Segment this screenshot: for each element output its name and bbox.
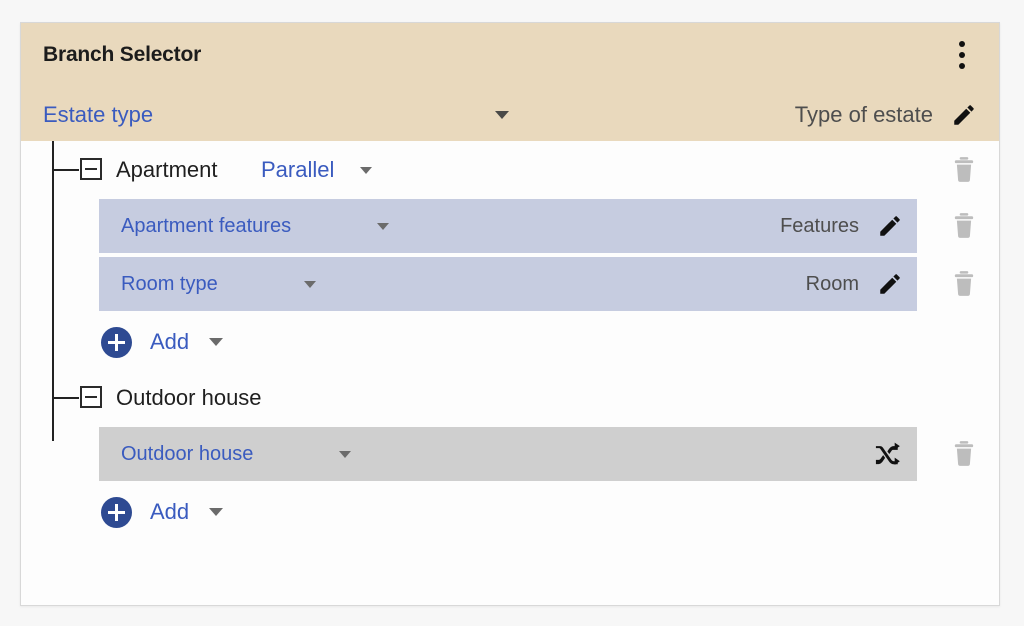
list-item: Room type Room xyxy=(21,257,999,311)
shuffle-icon[interactable] xyxy=(873,441,901,467)
group-header: Outdoor house xyxy=(21,369,999,427)
list-item: Outdoor house xyxy=(21,427,999,481)
plus-icon xyxy=(101,496,132,528)
kebab-dot xyxy=(959,41,965,47)
chevron-down-icon xyxy=(209,338,224,346)
delete-group-apartment-button[interactable] xyxy=(951,156,977,184)
pencil-icon[interactable] xyxy=(877,213,903,239)
chevron-down-icon xyxy=(360,166,373,174)
estate-type-value: Type of estate xyxy=(794,102,933,127)
delete-row-button[interactable] xyxy=(951,440,977,468)
chevron-down-icon xyxy=(339,450,352,458)
tree-branch-line xyxy=(52,397,79,399)
kebab-menu-icon[interactable] xyxy=(949,39,975,71)
collapse-toggle-apartment[interactable] xyxy=(80,158,102,180)
pencil-icon[interactable] xyxy=(951,102,977,128)
delete-row-button[interactable] xyxy=(951,212,977,240)
branch-row-label: Apartment features xyxy=(121,214,292,237)
panel-header: Branch Selector Estate type Type of esta… xyxy=(21,23,999,141)
add-button-apartment[interactable]: Add xyxy=(101,326,224,358)
chevron-down-icon xyxy=(377,222,390,230)
tree-group-outdoor-house: Outdoor house Outdoor house Add xyxy=(21,369,999,539)
branch-row-outdoor-house[interactable]: Outdoor house xyxy=(99,427,917,481)
branch-row-label: Room type xyxy=(121,272,218,295)
branch-row-room-type[interactable]: Room type Room xyxy=(99,257,917,311)
group-header: Apartment Parallel xyxy=(21,141,999,199)
group-name-outdoor-house: Outdoor house xyxy=(116,385,262,410)
add-row-outdoor-house: Add xyxy=(21,485,999,539)
pencil-icon[interactable] xyxy=(877,271,903,297)
chevron-down-icon xyxy=(303,280,316,288)
add-button-label: Add xyxy=(150,329,190,354)
branch-row-value: Features xyxy=(780,214,859,237)
tree-group-apartment: Apartment Parallel Apartment features Fe… xyxy=(21,141,999,369)
add-button-outdoor-house[interactable]: Add xyxy=(101,496,224,528)
tree-branch-line xyxy=(52,169,79,171)
estate-type-select[interactable]: Estate type xyxy=(43,102,513,128)
estate-type-select-label: Estate type xyxy=(43,102,154,127)
collapse-toggle-outdoor-house[interactable] xyxy=(80,386,102,408)
add-row-apartment: Add xyxy=(21,315,999,369)
tree-body: Apartment Parallel Apartment features Fe… xyxy=(21,141,999,605)
kebab-dot xyxy=(959,52,965,58)
group-mode-label: Parallel xyxy=(261,157,335,182)
page-title: Branch Selector xyxy=(43,43,202,66)
branch-row-label: Outdoor house xyxy=(121,442,254,465)
group-mode-select-apartment[interactable]: Parallel xyxy=(261,157,376,183)
group-name-apartment: Apartment xyxy=(116,157,218,182)
list-item: Apartment features Features xyxy=(21,199,999,253)
kebab-dot xyxy=(959,63,965,69)
plus-icon xyxy=(101,326,132,358)
branch-row-apartment-features[interactable]: Apartment features Features xyxy=(99,199,917,253)
delete-row-button[interactable] xyxy=(951,270,977,298)
chevron-down-icon xyxy=(209,508,224,516)
header-selector-row: Estate type Type of estate xyxy=(43,95,977,135)
branch-selector-panel: Branch Selector Estate type Type of esta… xyxy=(20,22,1000,606)
branch-row-value: Room xyxy=(805,272,859,295)
add-button-label: Add xyxy=(150,499,190,524)
chevron-down-icon xyxy=(495,111,509,119)
